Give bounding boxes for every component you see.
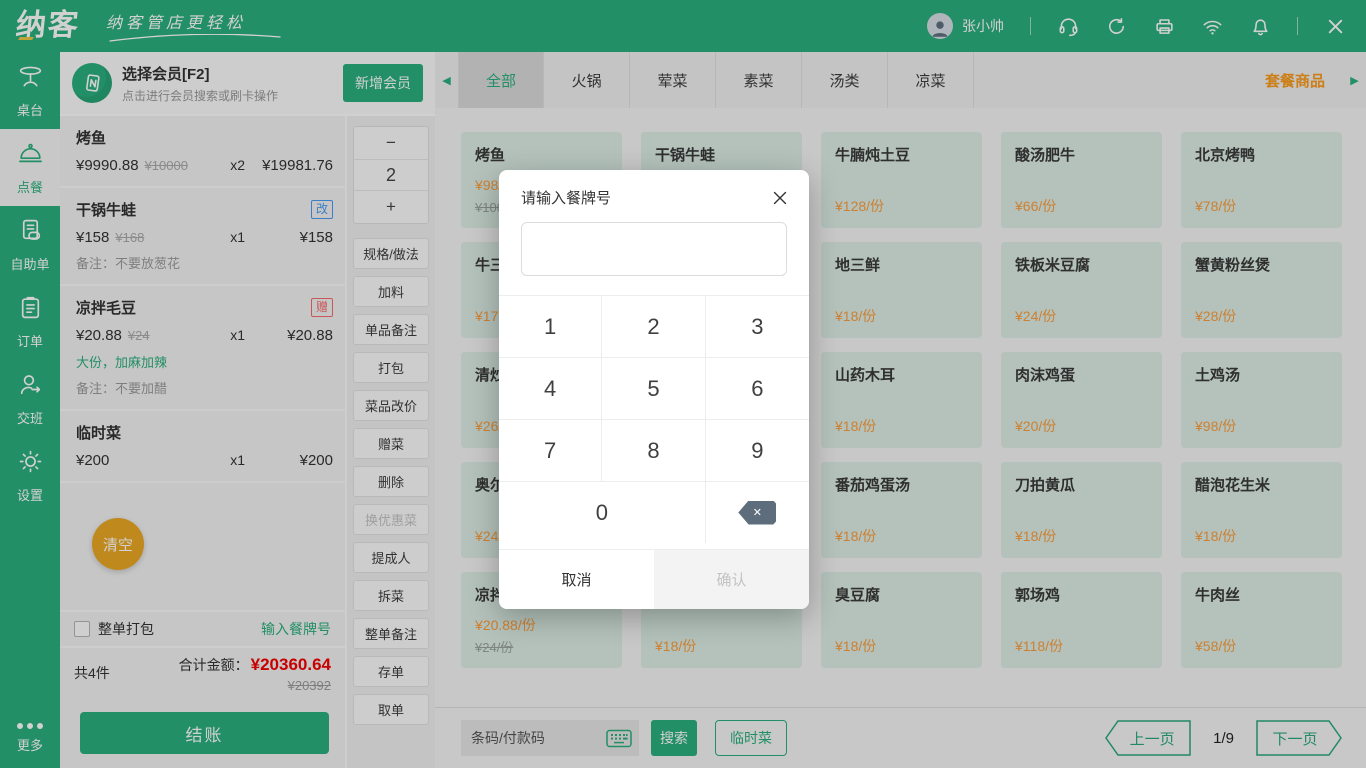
dialog-footer: 取消 确认 (499, 549, 809, 609)
dialog-close-icon[interactable] (771, 189, 789, 207)
keypad-key-7[interactable]: 7 (499, 419, 602, 481)
keypad-key-2[interactable]: 2 (602, 295, 705, 357)
keypad-key-0[interactable]: 0 (499, 481, 706, 543)
keypad-key-9[interactable]: 9 (706, 419, 809, 481)
table-number-input[interactable] (521, 222, 787, 276)
pos-screen: 纳客 纳客管店更轻松 张小帅 (0, 0, 1366, 768)
cancel-button[interactable]: 取消 (499, 550, 654, 609)
backspace-key[interactable]: ✕ (706, 481, 809, 543)
keypad-key-1[interactable]: 1 (499, 295, 602, 357)
keypad-key-5[interactable]: 5 (602, 357, 705, 419)
numeric-keypad: 1 2 3 4 5 6 7 8 9 0 ✕ (499, 295, 809, 543)
keypad-key-3[interactable]: 3 (706, 295, 809, 357)
backspace-icon: ✕ (738, 501, 776, 525)
keypad-key-8[interactable]: 8 (602, 419, 705, 481)
keypad-key-6[interactable]: 6 (706, 357, 809, 419)
dialog-header: 请输入餐牌号 (499, 170, 809, 208)
table-number-dialog: 请输入餐牌号 1 2 3 4 5 6 7 8 9 0 ✕ 取消 确认 (499, 170, 809, 609)
keypad-key-4[interactable]: 4 (499, 357, 602, 419)
dialog-title: 请输入餐牌号 (521, 187, 611, 208)
confirm-button[interactable]: 确认 (654, 550, 809, 609)
